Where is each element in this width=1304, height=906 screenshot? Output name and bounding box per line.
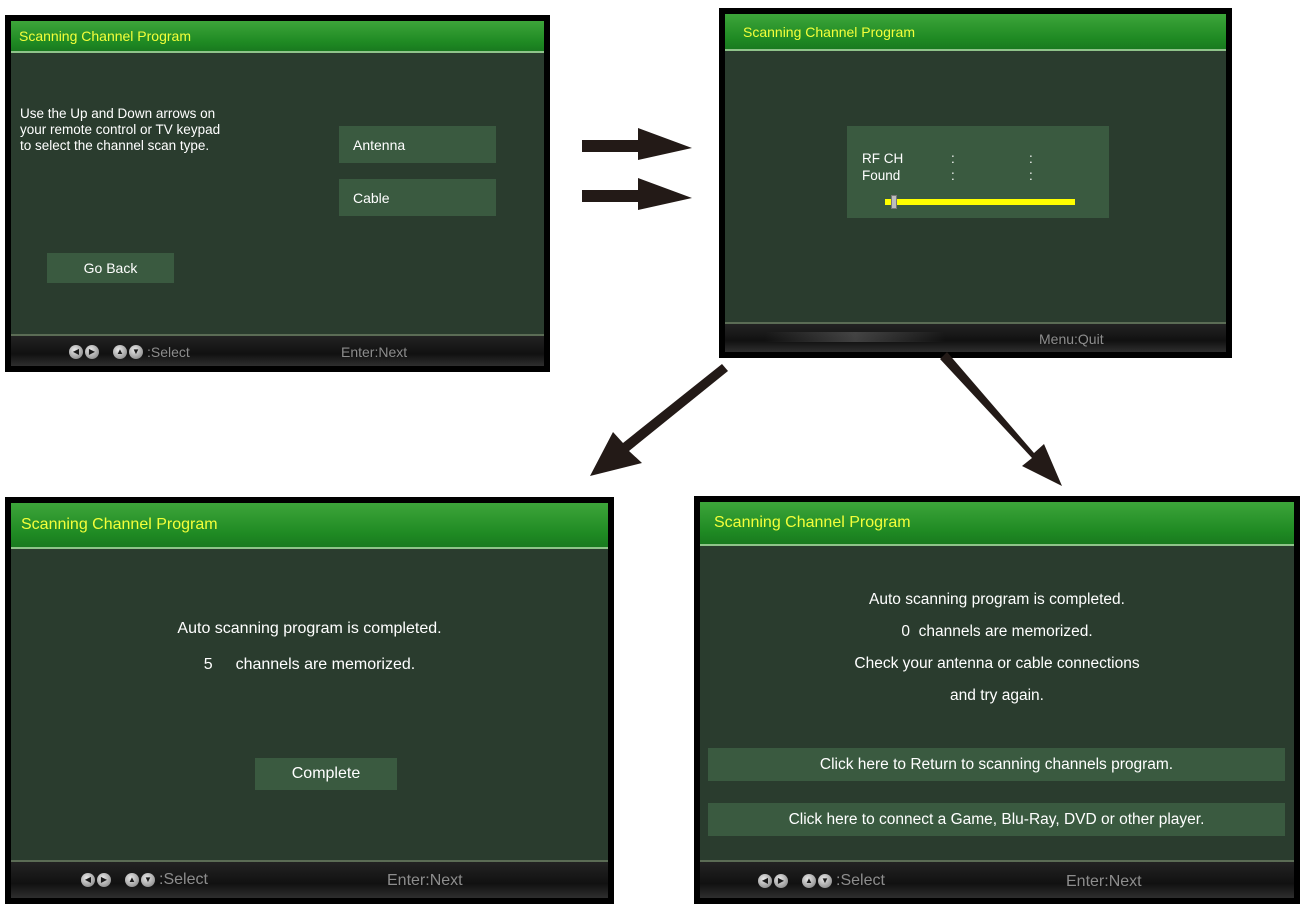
antenna-label: Antenna bbox=[353, 136, 406, 153]
tv-panel: Scanning Channel Program Use the Up and … bbox=[11, 21, 544, 366]
completed-message: Auto scanning program is completed. bbox=[177, 620, 442, 637]
up-down-arrows-icon: ▲ ▼ bbox=[113, 345, 143, 359]
message-block: Auto scanning program is completed. 0 ch… bbox=[700, 584, 1294, 712]
left-right-arrows-icon: ◀ ▶ bbox=[69, 345, 99, 359]
instruction-line: to select the channel scan type. bbox=[20, 138, 210, 153]
title-bar: Scanning Channel Program bbox=[700, 502, 1294, 546]
memorized-text: channels are memorized. bbox=[235, 656, 416, 673]
return-to-scan-button[interactable]: Click here to Return to scanning channel… bbox=[708, 748, 1285, 781]
connect-label: Click here to connect a Game, Blu-Ray, D… bbox=[788, 810, 1205, 828]
message-line: Check your antenna or cable connections bbox=[854, 655, 1140, 672]
found-colon: : bbox=[951, 168, 955, 183]
instruction-line: Use the Up and Down arrows on bbox=[20, 106, 216, 121]
go-back-button[interactable]: Go Back bbox=[47, 253, 174, 283]
antenna-button[interactable]: Antenna bbox=[339, 126, 496, 163]
select-label: :Select bbox=[159, 871, 208, 888]
select-hint: ◀ ▶ ▲ ▼ :Select bbox=[758, 872, 885, 890]
page-title: Scanning Channel Program bbox=[21, 516, 218, 533]
tv-panel: Scanning Channel Program Auto scanning p… bbox=[700, 502, 1294, 898]
flow-arrow-icon bbox=[940, 352, 1062, 486]
next-hint: Enter:Next bbox=[387, 872, 463, 889]
progress-thumb bbox=[890, 195, 897, 209]
select-label: :Select bbox=[836, 872, 885, 889]
scan-type-screen: Scanning Channel Program Use the Up and … bbox=[5, 15, 550, 372]
message-line: Auto scanning program is completed. bbox=[869, 591, 1125, 608]
page-title: Scanning Channel Program bbox=[743, 23, 915, 40]
next-hint: Enter:Next bbox=[341, 344, 408, 360]
up-down-arrows-icon: ▲ ▼ bbox=[802, 874, 832, 888]
quit-hint: Menu:Quit bbox=[1039, 331, 1104, 347]
page-title: Scanning Channel Program bbox=[714, 514, 911, 531]
footer-bar: ◀ ▶ ▲ ▼ :Select Enter:Next bbox=[700, 860, 1294, 898]
scan-failed-screen: Scanning Channel Program Auto scanning p… bbox=[694, 496, 1300, 904]
select-label: :Select bbox=[147, 344, 190, 360]
rf-ch-label: RF CH bbox=[862, 151, 904, 166]
next-hint: Enter:Next bbox=[1066, 873, 1142, 890]
return-label: Click here to Return to scanning channel… bbox=[819, 755, 1174, 773]
tv-panel: Scanning Channel Program RF CH : : Found… bbox=[725, 14, 1226, 352]
title-bar: Scanning Channel Program bbox=[11, 503, 608, 549]
footer-bar: Menu:Quit bbox=[725, 322, 1226, 352]
cable-label: Cable bbox=[353, 189, 390, 206]
left-right-arrows-icon: ◀ ▶ bbox=[81, 873, 111, 887]
footer-bar: ◀ ▶ ▲ ▼ :Select Enter:Next bbox=[11, 860, 608, 898]
connect-player-button[interactable]: Click here to connect a Game, Blu-Ray, D… bbox=[708, 803, 1285, 836]
rf-ch-colon: : bbox=[951, 151, 955, 166]
scan-progress-bar bbox=[885, 195, 1075, 209]
left-right-arrows-icon: ◀ ▶ bbox=[758, 874, 788, 888]
title-bar: Scanning Channel Program bbox=[11, 21, 544, 53]
up-down-arrows-icon: ▲ ▼ bbox=[125, 873, 155, 887]
scan-status-panel: RF CH : : Found : : bbox=[847, 126, 1109, 218]
footer-bar: ◀ ▶ ▲ ▼ :Select Enter:Next bbox=[11, 334, 544, 366]
tv-panel: Scanning Channel Program Auto scanning p… bbox=[11, 503, 608, 898]
channel-count: 5 bbox=[203, 656, 213, 673]
scan-complete-screen: Scanning Channel Program Auto scanning p… bbox=[5, 497, 614, 904]
select-hint: ◀ ▶ ▲ ▼ :Select bbox=[81, 871, 208, 889]
flow-arrow-icon bbox=[582, 128, 692, 160]
complete-label: Complete bbox=[291, 765, 361, 782]
complete-button[interactable]: Complete bbox=[255, 758, 397, 790]
message-line: and try again. bbox=[950, 687, 1044, 704]
found-label: Found bbox=[862, 168, 901, 183]
select-hint: ◀ ▶ ▲ ▼ :Select bbox=[69, 344, 190, 360]
go-back-label: Go Back bbox=[83, 260, 138, 276]
message-line: 0 channels are memorized. bbox=[901, 623, 1093, 640]
page-title: Scanning Channel Program bbox=[19, 28, 191, 44]
flow-arrow-icon bbox=[590, 364, 728, 476]
blurred-hint bbox=[765, 332, 945, 342]
channels-memorized-message: 5 channels are memorized. bbox=[11, 656, 608, 674]
found-value: : bbox=[1029, 168, 1033, 183]
flow-arrow-icon bbox=[582, 178, 692, 210]
title-bar: Scanning Channel Program bbox=[725, 14, 1226, 51]
rf-ch-value: : bbox=[1029, 151, 1033, 166]
instructions: Use the Up and Down arrows on your remot… bbox=[20, 106, 220, 154]
scanning-progress-screen: Scanning Channel Program RF CH : : Found… bbox=[719, 8, 1232, 358]
cable-button[interactable]: Cable bbox=[339, 179, 496, 216]
instruction-line: your remote control or TV keypad bbox=[20, 122, 221, 137]
